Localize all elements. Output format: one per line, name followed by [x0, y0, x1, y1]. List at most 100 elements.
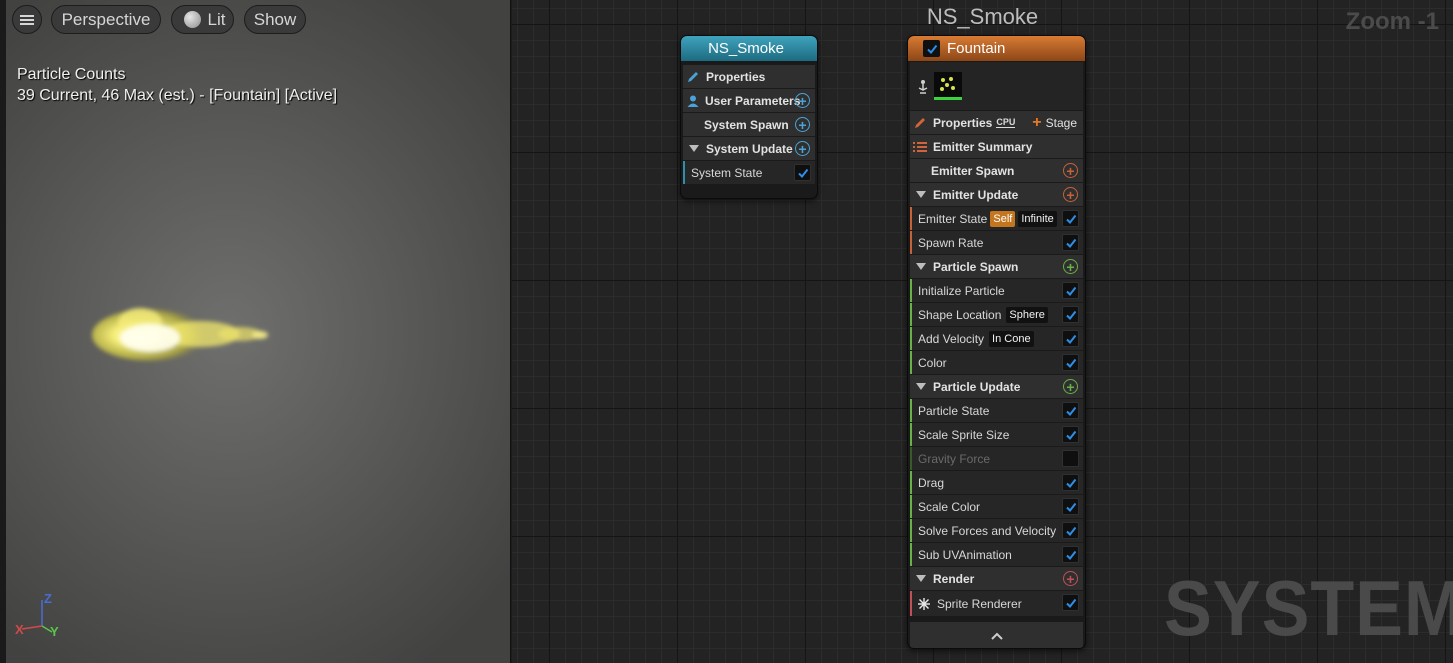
color-checkbox[interactable] — [1062, 354, 1079, 371]
solve-forces-label: Solve Forces and Velocity — [918, 523, 1057, 538]
spawn-rate-module[interactable]: Spawn Rate — [910, 231, 1083, 254]
emitter-state-checkbox[interactable] — [1062, 210, 1079, 227]
module-bar — [910, 543, 912, 566]
collapse-node-button[interactable] — [910, 622, 1083, 648]
add-particle-spawn-icon[interactable]: + — [1063, 259, 1078, 274]
sprite-burst-icon — [918, 597, 930, 610]
system-properties-row[interactable]: Properties — [683, 65, 815, 88]
checkmark-icon — [1065, 430, 1076, 440]
add-renderer-icon[interactable]: + — [1063, 571, 1078, 586]
emitter-summary-label: Emitter Summary — [933, 139, 1033, 154]
perspective-button[interactable]: Perspective — [51, 5, 161, 34]
particle-state-module[interactable]: Particle State — [910, 399, 1083, 422]
system-node-header[interactable]: NS_Smoke — [681, 36, 817, 61]
collapse-triangle-icon[interactable] — [916, 191, 926, 198]
color-module[interactable]: Color — [910, 351, 1083, 374]
system-spawn-row[interactable]: System Spawn + — [683, 113, 815, 136]
sub-uv-animation-module[interactable]: Sub UVAnimation — [910, 543, 1083, 566]
add-stage-button[interactable]: + Stage — [1032, 114, 1077, 132]
gravity-force-checkbox[interactable] — [1062, 450, 1079, 467]
render-row[interactable]: Render + — [910, 567, 1083, 590]
shape-location-checkbox[interactable] — [1062, 306, 1079, 323]
module-bar — [910, 351, 912, 374]
lit-button[interactable]: Lit — [171, 5, 234, 34]
add-system-update-icon[interactable]: + — [795, 141, 810, 156]
list-icon — [913, 141, 927, 152]
system-spawn-label: System Spawn — [704, 117, 789, 132]
preview-viewport[interactable]: Perspective Lit Show Particle Counts 39 … — [0, 0, 511, 663]
emitter-update-row[interactable]: Emitter Update + — [910, 183, 1083, 206]
particle-update-row[interactable]: Particle Update + — [910, 375, 1083, 398]
scale-color-checkbox[interactable] — [1062, 498, 1079, 515]
infinite-tag: Infinite — [1018, 210, 1057, 227]
solve-forces-checkbox[interactable] — [1062, 522, 1079, 539]
add-velocity-module[interactable]: Add Velocity In Cone — [910, 327, 1083, 350]
collapse-triangle-icon[interactable] — [916, 383, 926, 390]
particle-spawn-label: Particle Spawn — [933, 259, 1019, 274]
drag-label: Drag — [918, 475, 945, 490]
add-emitter-spawn-icon[interactable]: + — [1063, 163, 1078, 178]
checkmark-icon — [1065, 286, 1076, 296]
gravity-force-module[interactable]: Gravity Force — [910, 447, 1083, 470]
collapse-triangle-icon[interactable] — [689, 145, 699, 152]
color-label: Color — [918, 355, 947, 370]
checkmark-icon — [1065, 598, 1076, 608]
module-bar — [910, 327, 912, 350]
drag-module[interactable]: Drag — [910, 471, 1083, 494]
system-update-row[interactable]: System Update + — [683, 137, 815, 160]
sub-uv-animation-label: Sub UVAnimation — [918, 547, 1012, 562]
collapse-triangle-icon[interactable] — [916, 263, 926, 270]
particle-state-checkbox[interactable] — [1062, 402, 1079, 419]
drag-checkbox[interactable] — [1062, 474, 1079, 491]
emitter-state-module[interactable]: Emitter State Self Infinite — [910, 207, 1083, 230]
add-emitter-update-icon[interactable]: + — [1063, 187, 1078, 202]
emitter-thumbnail[interactable] — [934, 72, 962, 100]
emitter-spawn-row[interactable]: Emitter Spawn + — [910, 159, 1083, 182]
sub-uv-animation-checkbox[interactable] — [1062, 546, 1079, 563]
emitter-state-label: Emitter State — [918, 211, 988, 226]
module-bar — [910, 399, 912, 422]
scale-color-module[interactable]: Scale Color — [910, 495, 1083, 518]
scale-sprite-size-label: Scale Sprite Size — [918, 427, 1010, 442]
emitter-update-label: Emitter Update — [933, 187, 1019, 202]
lit-sphere-icon — [183, 11, 201, 28]
viewport-menu-button[interactable] — [12, 5, 42, 34]
emitter-node[interactable]: Fountain Properties CPU + Stage Emitter … — [907, 35, 1086, 649]
graph-watermark: SYSTEM — [1164, 564, 1453, 652]
emitter-properties-row[interactable]: Properties CPU + Stage — [910, 111, 1083, 134]
sprite-renderer-label: Sprite Renderer — [937, 596, 1022, 611]
module-bar — [910, 231, 912, 254]
particle-spawn-row[interactable]: Particle Spawn + — [910, 255, 1083, 278]
add-velocity-checkbox[interactable] — [1062, 330, 1079, 347]
sprite-renderer-module[interactable]: Sprite Renderer — [910, 591, 1083, 616]
module-bar — [910, 303, 912, 326]
sprite-renderer-checkbox[interactable] — [1062, 594, 1079, 611]
system-state-checkbox[interactable] — [794, 164, 811, 181]
emitter-node-header[interactable]: Fountain — [908, 36, 1085, 61]
spawn-rate-checkbox[interactable] — [1062, 234, 1079, 251]
system-state-module[interactable]: System State — [683, 161, 815, 184]
initialize-particle-module[interactable]: Initialize Particle — [910, 279, 1083, 302]
scale-color-label: Scale Color — [918, 499, 981, 514]
shape-location-module[interactable]: Shape Location Sphere — [910, 303, 1083, 326]
add-user-parameter-icon[interactable]: + — [795, 93, 810, 108]
initialize-particle-checkbox[interactable] — [1062, 282, 1079, 299]
solve-forces-module[interactable]: Solve Forces and Velocity — [910, 519, 1083, 542]
system-properties-label: Properties — [706, 69, 766, 84]
emitter-summary-row[interactable]: Emitter Summary — [910, 135, 1083, 158]
scale-sprite-size-checkbox[interactable] — [1062, 426, 1079, 443]
shape-location-label: Shape Location — [918, 307, 1002, 322]
add-particle-update-icon[interactable]: + — [1063, 379, 1078, 394]
pencil-icon — [915, 117, 925, 128]
system-node[interactable]: NS_Smoke Properties User Parameters + Sy… — [680, 35, 818, 199]
spawn-rate-label: Spawn Rate — [918, 235, 984, 250]
module-bar — [910, 423, 912, 446]
user-parameters-row[interactable]: User Parameters + — [683, 89, 815, 112]
emitter-enable-checkbox[interactable] — [923, 40, 940, 57]
particle-thumbnail-icon — [940, 77, 955, 91]
add-system-spawn-icon[interactable]: + — [795, 117, 810, 132]
checkmark-icon — [1065, 310, 1076, 320]
collapse-triangle-icon[interactable] — [916, 575, 926, 582]
scale-sprite-size-module[interactable]: Scale Sprite Size — [910, 423, 1083, 446]
show-button[interactable]: Show — [244, 5, 306, 34]
